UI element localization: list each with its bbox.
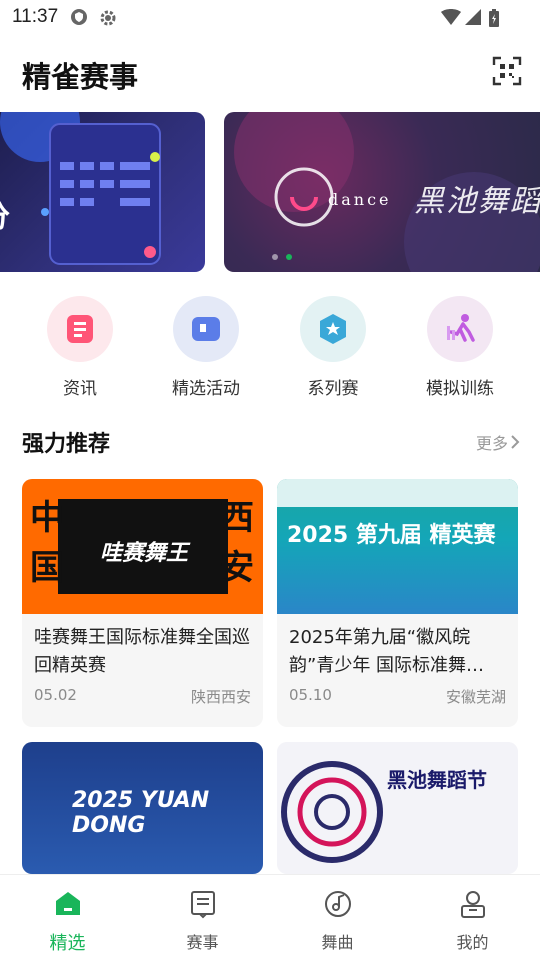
status-bar: 11:37 [0,0,540,34]
banner-carousel[interactable]: 分 dance 黑池舞蹈 [0,112,540,274]
event-card-date: 05.10 [289,686,332,704]
event-card-image: 2025 第九届 精英赛 [277,479,518,614]
carousel-dots [272,254,292,260]
event-card-image: 中 国 西 安 哇赛舞王 [22,479,263,614]
banner-logo-text: dance [328,190,392,209]
banner-left-art [0,112,161,265]
event-card-image-text: 2025 第九届 精英赛 [287,523,496,548]
carousel-dot-active [286,254,292,260]
tab-music[interactable]: 舞曲 [270,875,405,961]
news-icon [47,296,113,362]
svg-text:安: 安 [220,548,254,588]
carousel-dot [272,254,278,260]
tab-label: 赛事 [186,933,219,952]
series-icon [300,296,366,362]
more-link[interactable]: 更多 [476,430,508,454]
quick-nav: 资讯 精选活动 系列赛 模拟训练 [0,296,540,406]
event-card-date: 05.02 [34,686,77,704]
status-time: 11:37 [12,6,59,27]
settings-status-icon [98,8,118,32]
tab-label: 我的 [456,933,489,952]
quick-nav-label: 精选活动 [172,379,240,399]
svg-text:国: 国 [30,548,64,588]
event-card-meta: 05.10 安徽芜湖 [277,680,518,718]
music-icon [324,891,351,917]
event-card-image-text: 哇赛舞王 [100,541,189,566]
banner-right-text: 黑池舞蹈 [414,184,540,219]
quick-nav-training[interactable]: 模拟训练 [400,296,520,399]
event-card[interactable]: 2025 YUAN DONG [22,742,263,874]
quick-nav-label: 资讯 [63,379,97,399]
wifi-icon [440,8,462,30]
event-card-location: 陕西西安 [190,688,251,706]
scan-button[interactable] [492,56,522,86]
chevron-right-icon [511,435,520,449]
event-card-image-text: 黑池舞蹈节 [387,768,487,792]
banner-left-text: 分 [0,192,10,236]
event-card-title: 哇赛舞王国际标准舞全国巡回精英赛 [34,627,250,676]
event-card-title: 2025年第九届“徽风皖韵”青少年 国际标准舞… [289,627,485,676]
shield-status-icon [70,8,88,30]
event-card-image-text: 2025 YUAN DONG [72,788,210,838]
banner-slide-prev[interactable]: 分 [0,112,205,272]
home-icon [55,892,80,915]
recommend-section-header: 强力推荐 更多 [0,420,540,464]
profile-icon [460,891,485,918]
bottom-tab-bar: 精选 赛事 舞曲 我的 [0,874,540,960]
scan-icon [492,56,522,86]
quick-nav-label: 系列赛 [307,379,359,399]
event-card-image: 黑池舞蹈节 [277,742,518,874]
events-icon [190,891,215,919]
battery-icon [488,8,500,32]
event-card[interactable]: 2025 第九届 精英赛 2025年第九届“徽风皖韵”青少年 国际标准舞… 05… [277,479,518,727]
app-header: 精雀赛事 [0,40,540,106]
activity-icon [173,296,239,362]
event-card[interactable]: 中 国 西 安 哇赛舞王 哇赛舞王国际标准舞全国巡回精英赛 05.02 陕西西安 [22,479,263,727]
event-card-image: 2025 YUAN DONG [22,742,263,874]
tab-events[interactable]: 赛事 [135,875,270,961]
training-icon [427,296,493,362]
page-title: 精雀赛事 [22,60,139,94]
banner-slide-current[interactable]: dance 黑池舞蹈 [224,112,540,272]
tab-featured[interactable]: 精选 [0,875,135,961]
tab-profile[interactable]: 我的 [405,875,540,961]
tab-label: 精选 [49,933,86,954]
event-card-location: 安徽芜湖 [445,688,506,706]
event-card-meta: 05.02 陕西西安 [22,680,263,718]
svg-text:中: 中 [30,498,64,538]
quick-nav-label: 模拟训练 [426,379,494,399]
quick-nav-news[interactable]: 资讯 [20,296,140,399]
event-card[interactable]: 黑池舞蹈节 [277,742,518,874]
quick-nav-series[interactable]: 系列赛 [273,296,393,399]
signal-icon [464,8,482,30]
quick-nav-activity[interactable]: 精选活动 [146,296,266,399]
svg-text:西: 西 [220,498,254,538]
section-title: 强力推荐 [22,432,111,457]
tab-label: 舞曲 [321,933,354,952]
